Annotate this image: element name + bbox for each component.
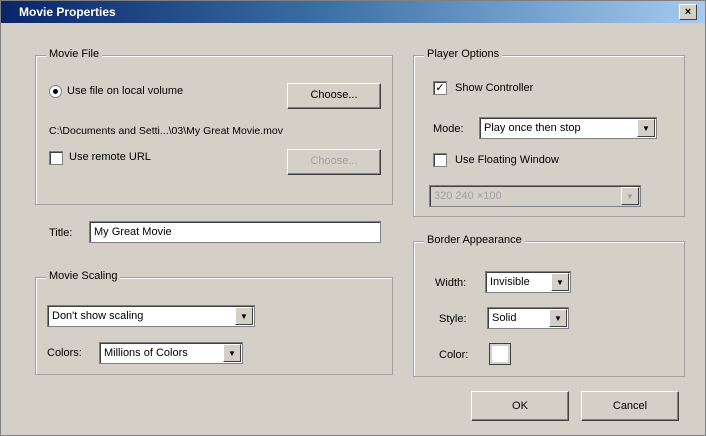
close-icon: × (684, 6, 692, 18)
use-local-file-radio[interactable] (49, 85, 62, 98)
border-color-swatch[interactable] (489, 343, 511, 365)
use-remote-url-checkbox[interactable] (49, 151, 63, 165)
movie-file-group-label: Movie File (46, 48, 103, 60)
border-appearance-group-label: Border Appearance (424, 234, 525, 246)
cancel-button[interactable]: Cancel (581, 391, 679, 421)
chevron-down-icon: ▼ (235, 307, 253, 325)
use-local-file-label[interactable]: Use file on local volume (67, 85, 183, 97)
choose-remote-url-button[interactable]: Choose... (287, 149, 381, 175)
show-controller-label[interactable]: Show Controller (455, 82, 533, 94)
checkmark-icon: ✓ (435, 82, 445, 94)
ok-button[interactable]: OK (471, 391, 569, 421)
title-label: Title: (49, 227, 73, 239)
chevron-down-icon: ▼ (223, 344, 241, 362)
mode-select-value: Play once then stop (484, 122, 581, 134)
player-options-group-label: Player Options (424, 48, 503, 60)
border-width-select[interactable]: Invisible ▼ (485, 271, 571, 293)
border-style-label: Style: (439, 313, 467, 325)
use-floating-window-label[interactable]: Use Floating Window (455, 154, 559, 166)
title-input[interactable]: My Great Movie (89, 221, 381, 243)
border-style-value: Solid (492, 312, 517, 324)
scaling-select[interactable]: Don't show scaling ▼ (47, 305, 255, 327)
floating-window-size-select[interactable]: 320 240 ×100 ▼ (429, 185, 641, 207)
border-width-value: Invisible (490, 276, 530, 288)
border-color-label: Color: (439, 349, 469, 361)
floating-window-size-value: 320 240 ×100 (434, 190, 502, 202)
mode-select[interactable]: Play once then stop ▼ (479, 117, 657, 139)
colors-select[interactable]: Millions of Colors ▼ (99, 342, 243, 364)
show-controller-checkbox[interactable]: ✓ (433, 81, 447, 95)
use-remote-url-label[interactable]: Use remote URL (69, 151, 151, 163)
colors-label: Colors: (47, 347, 82, 359)
file-path-text: C:\Documents and Setti...\03\My Great Mo… (49, 125, 284, 137)
mode-label: Mode: (433, 123, 464, 135)
colors-select-value: Millions of Colors (104, 347, 188, 359)
border-style-select[interactable]: Solid ▼ (487, 307, 569, 329)
radio-selected-dot (53, 89, 58, 94)
chevron-down-icon: ▼ (549, 309, 567, 327)
chevron-down-icon: ▼ (551, 273, 569, 291)
movie-properties-dialog: Movie Properties × Movie File Use file o… (0, 0, 706, 436)
use-floating-window-checkbox[interactable] (433, 153, 447, 167)
chevron-down-icon: ▼ (637, 119, 655, 137)
chevron-down-icon: ▼ (621, 187, 639, 205)
title-bar[interactable]: Movie Properties × (1, 1, 705, 23)
movie-scaling-group-label: Movie Scaling (46, 270, 121, 282)
window-title: Movie Properties (19, 5, 116, 19)
border-width-label: Width: (435, 277, 467, 289)
close-button[interactable]: × (679, 4, 697, 20)
choose-local-file-button[interactable]: Choose... (287, 83, 381, 109)
scaling-select-value: Don't show scaling (52, 310, 144, 322)
